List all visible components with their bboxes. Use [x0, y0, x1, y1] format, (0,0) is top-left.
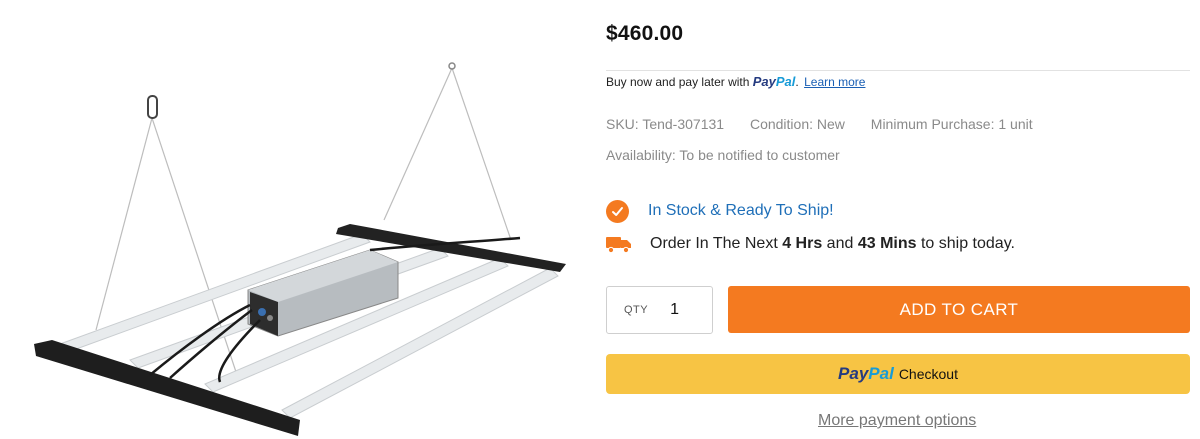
check-circle-icon [606, 199, 629, 223]
stock-text: In Stock & Ready To Ship! [648, 202, 834, 219]
divider [606, 70, 1190, 71]
learn-more-link[interactable]: Learn more [804, 75, 865, 89]
quantity-input[interactable] [670, 301, 701, 319]
paylater-message: Buy now and pay later with PayPal. Learn… [606, 74, 866, 89]
paypal-checkout-button[interactable]: PayPal Checkout [606, 354, 1190, 394]
product-meta: SKU: Tend-307131 Condition: New Minimum … [606, 116, 1033, 132]
add-to-cart-button[interactable]: ADD TO CART [728, 286, 1190, 333]
condition: Condition: New [749, 116, 845, 132]
hours-remaining: 4 Hrs [782, 235, 823, 252]
shipping-countdown: Order In The Next 4 Hrs and 43 Mins to s… [606, 232, 1015, 256]
paypal-checkout-label: Checkout [898, 366, 958, 382]
product-price: $460.00 [606, 22, 684, 45]
minutes-remaining: 43 Mins [857, 235, 917, 252]
product-image [0, 0, 590, 439]
availability: Availability: To be notified to customer [606, 147, 840, 163]
minimum-purchase: Minimum Purchase: 1 unit [870, 116, 1033, 132]
product-details: $460.00 Buy now and pay later with PayPa… [606, 0, 1190, 439]
quantity-label: QTY [624, 304, 649, 316]
more-payment-options-link[interactable]: More payment options [818, 412, 976, 430]
shipping-text: Order In The Next 4 Hrs and 43 Mins to s… [650, 235, 1015, 252]
quantity-field[interactable]: QTY [606, 286, 713, 334]
paypal-wordmark: PayPal [752, 74, 796, 89]
sku: SKU: Tend-307131 [606, 116, 725, 132]
truck-icon [606, 234, 632, 254]
stock-status: In Stock & Ready To Ship! [606, 199, 834, 223]
paypal-logo: PayPal [838, 364, 894, 383]
paylater-text: Buy now and pay later with [606, 75, 753, 89]
